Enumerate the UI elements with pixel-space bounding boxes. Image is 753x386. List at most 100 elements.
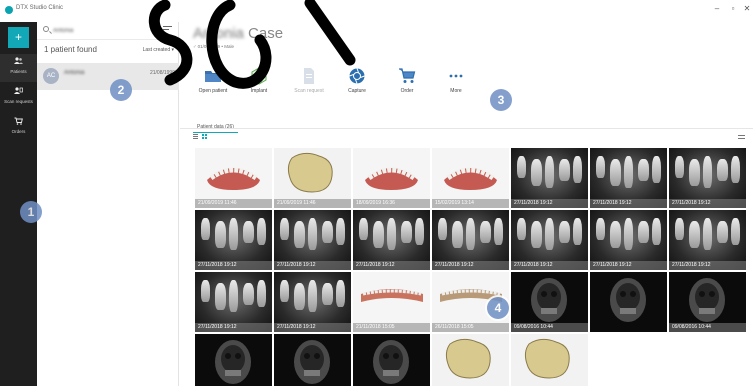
thumbnail-timestamp: 27/11/2018 19:12 [511, 199, 588, 208]
capture-button[interactable]: Capture [332, 67, 382, 103]
scan-request-icon [0, 87, 37, 98]
thumbnail-timestamp: 27/11/2018 19:12 [353, 261, 430, 270]
main-panel: Antonia Case ♂ 01/09/1999 • Male Open pa… [180, 22, 753, 386]
data-thumbnail[interactable]: 21/09/2019 11:46 [195, 148, 272, 208]
tab-bar: Patient data (26) [193, 115, 238, 133]
data-thumbnail[interactable] [195, 334, 272, 386]
toolbar-label: Capture [348, 88, 366, 94]
data-thumbnail[interactable]: 27/11/2018 19:12 [195, 210, 272, 270]
thumbnail-timestamp: 09/08/2016 10:44 [511, 323, 588, 332]
nav-label: Patients [10, 69, 27, 74]
thumbnail-timestamp: 27/11/2018 19:12 [195, 261, 272, 270]
thumbnail-timestamp: 26/11/2018 15:05 [432, 323, 509, 332]
patient-name: Antonia [64, 70, 85, 76]
thumbnail-timestamp: 27/11/2018 19:12 [669, 261, 746, 270]
scan-request-button[interactable]: Scan request [284, 67, 334, 103]
data-thumbnail[interactable]: 15/02/2019 13:14 [432, 148, 509, 208]
thumbnail-timestamp: 09/08/2016 10:44 [669, 323, 746, 332]
callout-marker: 3 [490, 89, 512, 111]
page-title: Antonia Case [193, 25, 283, 42]
avatar: AC [43, 68, 59, 84]
nav-label: Scan requests [4, 99, 33, 104]
data-thumbnail[interactable]: 27/11/2018 19:12 [353, 210, 430, 270]
view-options-bar [193, 133, 753, 143]
data-thumbnail[interactable] [511, 334, 588, 386]
toolbar-label: Implant [250, 88, 268, 94]
data-thumbnail[interactable]: 18/09/2019 16:36 [353, 148, 430, 208]
list-view-icon[interactable] [193, 134, 198, 139]
order-button[interactable]: Order [382, 67, 432, 103]
data-thumbnail[interactable] [353, 334, 430, 386]
search-icon [43, 26, 49, 32]
thumbnail-timestamp: 21/09/2019 11:46 [195, 199, 272, 208]
data-thumbnail[interactable]: 27/11/2018 19:12 [195, 272, 272, 332]
nav-item-orders[interactable]: Orders [0, 114, 37, 142]
data-thumbnail[interactable]: 27/11/2018 19:12 [274, 272, 351, 332]
data-thumbnail[interactable]: 09/08/2016 10:44 [511, 272, 588, 332]
thumbnail-timestamp: 18/09/2019 16:36 [353, 199, 430, 208]
thumbnail-timestamp: 21/09/2019 11:46 [274, 199, 351, 208]
thumbnail-timestamp: 27/11/2018 19:12 [669, 199, 746, 208]
case-title-text: Case [248, 25, 284, 42]
nav-label: Orders [11, 129, 26, 134]
aperture-icon [348, 67, 366, 85]
data-thumbnail[interactable]: 27/11/2018 19:12 [274, 210, 351, 270]
case-subtitle: ♂ 01/09/1999 • Male [193, 44, 234, 49]
patients-icon [0, 57, 37, 68]
sliders-icon[interactable] [738, 135, 745, 141]
divider [180, 128, 753, 129]
add-patient-button[interactable]: + [8, 27, 29, 48]
thumbnail-timestamp: 27/11/2018 19:12 [511, 261, 588, 270]
app-window: DTX Studio Clinic – ▫ ✕ + Patients Scan … [0, 0, 753, 386]
thumbnail-timestamp: 27/11/2018 19:12 [274, 261, 351, 270]
nav-item-scan-requests[interactable]: Scan requests [0, 84, 37, 112]
data-thumbnail[interactable]: 21/09/2019 11:46 [274, 148, 351, 208]
thumbnail-timestamp: 21/11/2018 15:05 [353, 323, 430, 332]
data-thumbnail[interactable]: 21/11/2018 15:05 [353, 272, 430, 332]
nav-item-patients[interactable]: Patients [0, 54, 37, 82]
implant-button[interactable]: PI Implant [234, 67, 284, 103]
patient-list-item[interactable]: AC Antonia 21/08/1999 [37, 63, 179, 90]
title-bar: DTX Studio Clinic – ▫ ✕ [0, 0, 753, 22]
thumbnail-timestamp: 27/11/2018 19:12 [195, 323, 272, 332]
data-thumbnail[interactable] [274, 334, 351, 386]
implant-icon: PI [250, 67, 268, 85]
svg-text:PI: PI [256, 75, 262, 81]
cart-icon [0, 117, 37, 128]
data-thumbnail[interactable]: 27/11/2018 19:12 [669, 210, 746, 270]
grid-view-icon[interactable] [202, 134, 207, 139]
data-thumbnail[interactable]: 27/11/2018 19:12 [590, 148, 667, 208]
app-logo-icon [5, 6, 13, 14]
document-icon [300, 67, 318, 85]
sort-dropdown[interactable]: Last created ▾ [143, 47, 174, 53]
clear-search-icon[interactable]: ✕ [150, 25, 155, 32]
search-input[interactable] [53, 25, 148, 36]
more-button[interactable]: More [431, 67, 481, 103]
minimize-button[interactable]: – [711, 4, 723, 13]
patient-first-name: Antonia [193, 25, 244, 42]
data-thumbnail[interactable]: 27/11/2018 19:12 [669, 148, 746, 208]
callout-marker: 1 [20, 201, 42, 223]
filter-icon[interactable] [163, 26, 172, 33]
more-icon [447, 67, 465, 85]
data-thumbnail[interactable]: 27/11/2018 19:12 [432, 210, 509, 270]
data-thumbnail[interactable] [590, 272, 667, 332]
callout-marker: 2 [110, 79, 132, 101]
data-thumbnail[interactable]: 27/11/2018 19:12 [511, 210, 588, 270]
thumbnail-timestamp: 27/11/2018 19:12 [274, 323, 351, 332]
data-thumbnail[interactable]: 09/08/2016 10:44 [669, 272, 746, 332]
data-thumbnail[interactable] [432, 334, 509, 386]
thumbnail-timestamp: 27/11/2018 19:12 [590, 199, 667, 208]
patient-list-panel: ✕ 1 patient found Last created ▾ AC Anto… [37, 22, 179, 386]
action-toolbar: Open patient PI Implant Scan request Cap… [180, 67, 753, 107]
data-thumbnail[interactable]: 27/11/2018 19:12 [590, 210, 667, 270]
data-thumbnail[interactable]: 27/11/2018 19:12 [511, 148, 588, 208]
open-patient-button[interactable]: Open patient [188, 67, 238, 103]
callout-marker: 4 [487, 297, 509, 319]
thumbnail-timestamp: 15/02/2019 13:14 [432, 199, 509, 208]
toolbar-label: More [450, 88, 462, 94]
patient-data-grid: 21/09/2019 11:46 21/09/2019 11:46 18/09/20… [195, 148, 753, 386]
close-button[interactable]: ✕ [741, 4, 753, 13]
thumbnail-timestamp: 27/11/2018 19:12 [590, 261, 667, 270]
restore-button[interactable]: ▫ [727, 4, 739, 13]
